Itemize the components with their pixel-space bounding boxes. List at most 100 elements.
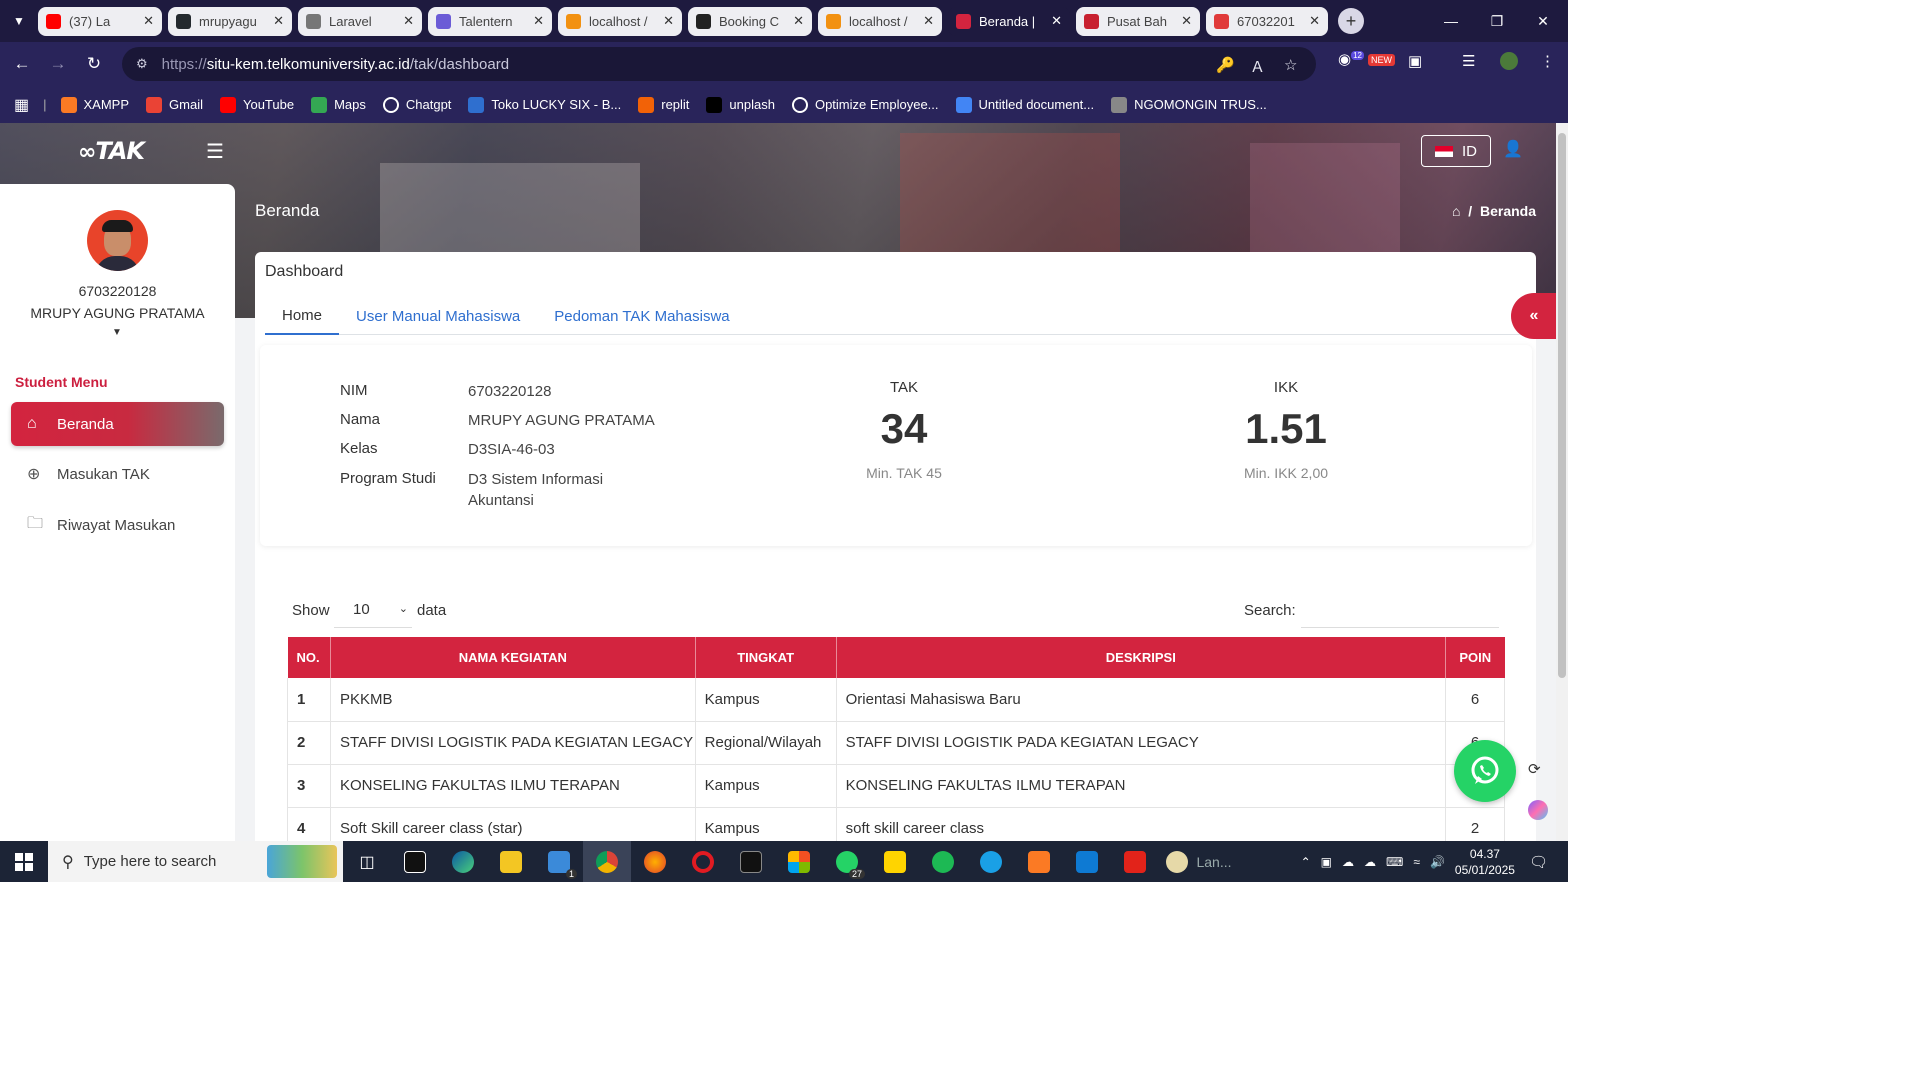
avatar[interactable] [87,210,148,271]
close-window-icon[interactable]: ✕ [1520,0,1566,42]
bookmark-item[interactable]: Chatgpt [382,96,451,113]
sidebar-item-beranda[interactable]: ⌂ Beranda [11,402,224,446]
tray-network-warning-icon[interactable]: ☁ [1342,855,1354,869]
chrome-icon[interactable] [583,841,631,882]
site-info-icon[interactable]: ⚙ [136,56,148,72]
table-row[interactable]: 4 Soft Skill career class (star) Kampus sof… [287,807,1505,841]
sticky-notes-icon[interactable] [871,841,919,882]
bookmark-item[interactable]: YouTube [219,96,294,113]
tray-chevron-icon[interactable]: ⌃ [1301,855,1311,869]
menu-toggle-icon[interactable]: ☰ [206,139,224,164]
tab-pedoman-tak[interactable]: Pedoman TAK Mahasiswa [537,298,746,335]
assistant-icon[interactable] [1528,800,1548,820]
close-tab-icon[interactable]: ✕ [1051,13,1062,29]
restore-icon[interactable]: ❐ [1474,0,1520,42]
puzzle-icon[interactable]: ▣ [1408,52,1422,70]
browser-tab[interactable]: Pusat Bah ✕ [1076,6,1200,36]
close-tab-icon[interactable]: ✕ [403,13,414,29]
notification-icon[interactable]: 🗨 [1529,853,1548,871]
store-icon[interactable] [775,841,823,882]
browser-tab[interactable]: localhost / ✕ [818,6,942,36]
close-tab-icon[interactable]: ✕ [273,13,284,29]
sidebar-item-riwayat-masukan[interactable]: 🗀 Riwayat Masukan [11,503,224,547]
spotify-icon[interactable] [919,841,967,882]
minimize-icon[interactable]: — [1428,0,1474,42]
bookmark-item[interactable]: replit [638,96,689,113]
app-shark-icon[interactable] [967,841,1015,882]
column-header[interactable]: POIN [1445,637,1505,678]
bookmark-item[interactable]: Untitled document... [955,96,1094,113]
table-row[interactable]: 2 STAFF DIVISI LOGISTIK PADA KEGIATAN LEG… [287,721,1505,765]
tab-search-icon[interactable]: ▼ [0,14,38,28]
bookmark-item[interactable]: unplash [706,96,775,113]
collapse-panel-button[interactable]: « [1511,293,1556,339]
browser-tab[interactable]: Beranda | ✕ [948,6,1070,36]
edge-icon[interactable] [439,841,487,882]
acrobat-icon[interactable] [1111,841,1159,882]
onedrive-icon[interactable]: ☁ [1364,855,1376,869]
password-key-icon[interactable]: 🔑 [1216,56,1235,74]
task-view-icon[interactable]: ◫ [343,841,391,882]
browser-tab[interactable]: Laravel ✕ [298,6,422,36]
firefox-icon[interactable] [631,841,679,882]
close-tab-icon[interactable]: ✕ [533,13,544,29]
language-button[interactable]: ID [1421,135,1491,167]
audio-app-icon[interactable] [391,841,439,882]
new-tab-button[interactable]: + [1338,8,1364,34]
profile-avatar[interactable] [1500,52,1518,70]
bookmark-item[interactable]: XAMPP [60,96,129,113]
translate-side-icon[interactable]: ⟳ [1528,760,1548,778]
clock[interactable]: 04.37 05/01/2025 [1455,846,1515,878]
mail-icon[interactable]: 1 [535,841,583,882]
bookmark-item[interactable]: Gmail [146,96,203,113]
taskbar-search-box[interactable]: ⚲ Type here to search [48,841,343,882]
bookmark-item[interactable]: Optimize Employee... [791,96,939,113]
sidebar-item-masukan-tak[interactable]: ⊕ Masukan TAK [11,452,224,496]
close-tab-icon[interactable]: ✕ [663,13,674,29]
windows-start-icon[interactable] [0,841,48,882]
new-extension-badge[interactable]: NEW [1368,54,1395,66]
browser-tab[interactable]: Talentern ✕ [428,6,552,36]
tab-user-manual[interactable]: User Manual Mahasiswa [339,298,537,335]
page-scrollbar[interactable] [1556,123,1568,841]
input-method-icon[interactable]: ⌨ [1386,855,1403,869]
whatsapp-chat-button[interactable] [1454,740,1516,802]
chrome-menu-icon[interactable]: ⋮ [1540,52,1555,70]
apps-grid-icon[interactable]: ▦ [14,95,29,115]
tak-logo[interactable]: ∞TAK [78,137,145,165]
profile-dropdown-icon[interactable]: ▼ [112,327,122,338]
reload-icon[interactable]: ↻ [76,54,112,74]
close-tab-icon[interactable]: ✕ [1181,13,1192,29]
opera-icon[interactable] [679,841,727,882]
media-control-icon[interactable]: ☰ [1462,52,1475,70]
bookmark-star-icon[interactable]: ☆ [1284,56,1297,74]
browser-tab[interactable]: (37) La ✕ [38,6,162,36]
close-tab-icon[interactable]: ✕ [793,13,804,29]
browser-tab[interactable]: Booking C ✕ [688,6,812,36]
file-explorer-icon[interactable] [487,841,535,882]
scrollbar-thumb[interactable] [1558,133,1566,678]
back-icon[interactable]: ← [4,54,40,74]
bookmark-item[interactable]: Toko LUCKY SIX - B... [468,96,621,113]
table-row[interactable]: 3 KONSELING FAKULTAS ILMU TERAPAN Kampus KO… [287,764,1505,808]
forward-icon[interactable]: → [40,54,76,74]
table-row[interactable]: 1 PKKMB Kampus Orientasi Mahasiswa Baru 6 [287,678,1505,722]
close-tab-icon[interactable]: ✕ [143,13,154,29]
extension-icon[interactable]: ◉ 12 [1338,50,1364,68]
lang-app-icon[interactable]: Lan... [1159,841,1239,882]
page-size-select[interactable]: 10 ⌄ [334,592,412,628]
translate-icon[interactable]: Ａ [1250,56,1265,77]
bookmark-item[interactable]: NGOMONGIN TRUS... [1111,96,1267,113]
browser-tab[interactable]: 67032201 ✕ [1206,6,1328,36]
close-tab-icon[interactable]: ✕ [1309,13,1320,29]
wifi-icon[interactable]: ≈ [1413,855,1420,869]
vscode-icon[interactable] [1063,841,1111,882]
tray-device-icon[interactable]: ▣ [1321,855,1332,869]
browser-tab[interactable]: mrupyagu ✕ [168,6,292,36]
search-input[interactable] [1301,592,1499,628]
tab-home[interactable]: Home [265,298,340,335]
xampp-taskbar-icon[interactable] [1015,841,1063,882]
bookmark-item[interactable]: Maps [311,96,366,113]
terminal-icon[interactable] [727,841,775,882]
whatsapp-taskbar-icon[interactable]: 27 [823,841,871,882]
